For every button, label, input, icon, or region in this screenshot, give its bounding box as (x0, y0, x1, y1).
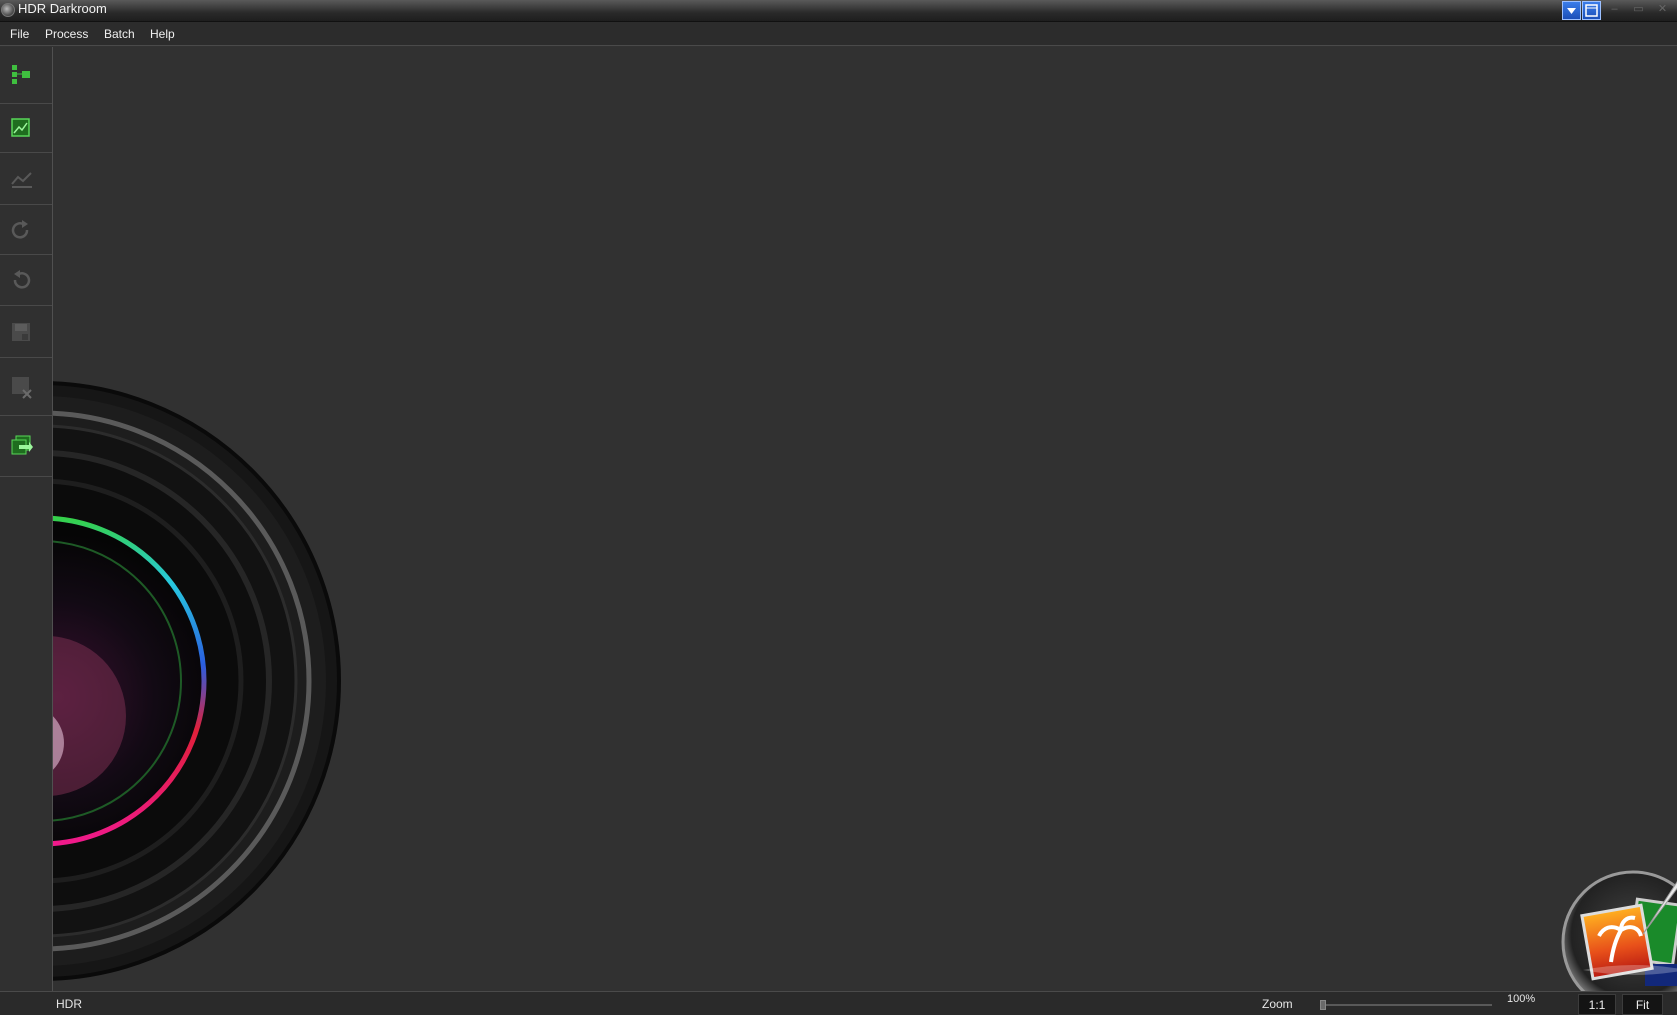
maximize-icon[interactable]: ▭ (1629, 1, 1648, 20)
undo-icon (13, 270, 31, 289)
menu-bar: File Process Batch Help (0, 22, 1677, 46)
one-to-one-button[interactable]: 1:1 (1578, 994, 1616, 1015)
redo-icon (11, 219, 29, 239)
dropdown-icon[interactable] (1562, 1, 1581, 20)
zoom-slider[interactable] (1320, 1000, 1492, 1010)
open-image-button[interactable] (0, 104, 52, 153)
close-image-icon (12, 376, 32, 399)
left-toolbar (0, 47, 53, 991)
zoom-slider-thumb[interactable] (1320, 1000, 1326, 1010)
zoom-value: 100% (1507, 993, 1536, 1005)
image-canvas[interactable] (53, 47, 1677, 991)
mode-label: HDR (56, 997, 82, 1011)
app-icon (1, 3, 15, 17)
menu-batch[interactable]: Batch (104, 27, 135, 41)
curve-tool-button[interactable] (0, 153, 52, 205)
status-bar: HDR Zoom 100% 1:1 Fit (0, 991, 1677, 1015)
undo-button[interactable] (0, 255, 52, 306)
close-image-button[interactable] (0, 358, 52, 416)
curve-icon (11, 171, 32, 188)
menu-process[interactable]: Process (45, 27, 88, 41)
save-button[interactable] (0, 306, 52, 358)
save-icon (12, 322, 30, 341)
menu-help[interactable]: Help (150, 27, 175, 41)
hierarchy-icon (12, 65, 30, 84)
zoom-slider-track (1320, 1004, 1492, 1006)
window-title: HDR Darkroom (18, 1, 107, 16)
batch-export-icon (11, 435, 33, 455)
open-image-icon (11, 118, 30, 137)
zoom-label: Zoom (1262, 997, 1293, 1011)
window-layout-icon[interactable] (1582, 1, 1601, 20)
title-bar[interactable]: HDR Darkroom – ▭ ✕ (0, 0, 1677, 22)
app-window: HDR Darkroom – ▭ ✕ File Process Batch He… (0, 0, 1677, 1015)
minimize-icon[interactable]: – (1605, 1, 1624, 20)
camera-lens-graphic (53, 381, 341, 981)
fit-button[interactable]: Fit (1622, 994, 1663, 1015)
close-icon[interactable]: ✕ (1653, 1, 1672, 20)
batch-export-button[interactable] (0, 416, 52, 477)
menu-file[interactable]: File (10, 27, 29, 41)
redo-button[interactable] (0, 205, 52, 255)
hierarchy-tool-button[interactable] (0, 47, 52, 104)
hdr-darkroom-logo (1561, 870, 1677, 991)
